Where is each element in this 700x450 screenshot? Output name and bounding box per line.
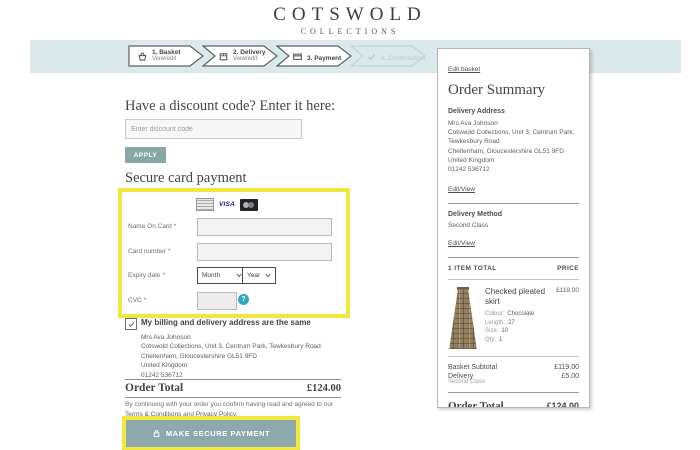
step-delivery-sublabel: View/edit — [233, 56, 266, 63]
card-number-input[interactable] — [197, 243, 332, 261]
item-attr: Length:27 — [485, 319, 579, 328]
item-price: £119.00 — [556, 287, 579, 307]
subtotal-row: Basket Subtotal £119.00 — [448, 364, 579, 371]
name-on-card-input[interactable] — [197, 218, 332, 236]
checkout-page: COTSWOLD COLLECTIONS 1. Basket View/edit… — [0, 0, 700, 450]
billing-address-line: Cheltenham, Gloucestershire GL51 9FD — [141, 352, 321, 361]
order-summary-title: Order Summary — [448, 82, 579, 99]
cvc-input[interactable] — [197, 292, 237, 310]
accepted-cards: VISA — [196, 198, 258, 211]
delivery-address-line: Tewkesbury Road — [448, 137, 579, 146]
divider — [448, 279, 579, 280]
brand-logo: COTSWOLD COLLECTIONS — [0, 4, 700, 36]
delivery-cost-sublabel: Second Class — [448, 379, 579, 385]
divider — [448, 356, 579, 357]
step-confirmation-label: 4. Confirmation — [381, 55, 425, 62]
expiry-year-value: Year — [247, 272, 260, 279]
subtotal-label: Basket Subtotal — [448, 364, 497, 371]
discount-code-input[interactable] — [125, 119, 302, 139]
divider — [125, 397, 341, 398]
brand-name: COTSWOLD — [0, 4, 700, 26]
required-mark: * — [168, 248, 171, 255]
divider — [448, 392, 579, 393]
edit-view-method-link[interactable]: Edit/View — [448, 240, 475, 247]
divider — [125, 379, 341, 380]
item-name[interactable]: Checked pleated skirt — [485, 287, 552, 307]
delivery-cost-value: £5.00 — [561, 373, 579, 380]
same-address-label: My billing and delivery address are the … — [141, 318, 311, 327]
step-confirmation: 4. Confirmation — [350, 45, 426, 67]
expiry-month-select[interactable]: Month — [197, 267, 247, 284]
apply-button[interactable]: APPLY — [125, 147, 166, 163]
required-mark: * — [144, 297, 147, 304]
expiry-month-value: Month — [202, 272, 220, 279]
items-header-row: 1 ITEM TOTAL PRICE — [448, 265, 579, 272]
subtotal-value: £119.00 — [554, 364, 579, 371]
delivery-address-line: 01242 536712 — [448, 165, 579, 174]
summary-total-row: Order Total £124.00 — [448, 400, 579, 408]
cvc-label: CVC* — [128, 297, 146, 304]
delivery-address-line: Cotswold Collections, Unit 3, Centrum Pa… — [448, 128, 579, 137]
item-attr: Qty:1 — [485, 336, 579, 345]
billing-address-line: Mrs Ava Johnson — [141, 333, 321, 342]
required-mark: * — [163, 272, 166, 279]
step-delivery-label: 2. Delivery — [233, 49, 266, 56]
summary-total-value: £124.00 — [546, 401, 579, 408]
billing-address-line: Cotswold Collections, Unit 3, Centrum Pa… — [141, 342, 321, 351]
basket-item: Checked pleated skirt £119.00 Colour:Cho… — [448, 287, 579, 349]
delivery-address-line: Mrs Ava Johnson — [448, 119, 579, 128]
step-payment: 3. Payment — [276, 45, 352, 67]
expiry-date-label: Expiry date* — [128, 272, 165, 279]
pay-button-label: MAKE SECURE PAYMENT — [166, 429, 270, 438]
billing-address: Mrs Ava Johnson Cotswold Collections, Un… — [141, 333, 321, 380]
edit-basket-link[interactable]: Edit basket — [448, 66, 480, 73]
expiry-year-select[interactable]: Year — [242, 267, 276, 284]
visa-icon: VISA — [219, 201, 235, 208]
divider — [448, 203, 579, 204]
check-icon — [366, 51, 377, 62]
credit-card-icon — [292, 51, 303, 62]
billing-address-line: United Kingdom — [141, 361, 321, 370]
generic-card-icon — [196, 198, 214, 211]
item-attr: Colour:Chocolate — [485, 310, 579, 319]
parcel-icon — [218, 51, 229, 62]
delivery-address-line: United Kingdom — [448, 156, 579, 165]
required-mark: * — [174, 223, 177, 230]
name-on-card-label: Name On Card* — [128, 223, 176, 230]
order-total-row: Order Total £124.00 — [125, 382, 341, 394]
delivery-method-label: Delivery Method — [448, 211, 579, 218]
cvc-help-icon[interactable]: ? — [238, 294, 249, 305]
pay-button-highlight-box: MAKE SECURE PAYMENT — [122, 416, 300, 450]
delivery-method-value: Second Class — [448, 222, 579, 229]
order-summary-panel: Edit basket Order Summary Delivery Addre… — [437, 48, 590, 408]
divider — [448, 257, 579, 258]
card-number-label: Card number* — [128, 248, 170, 255]
step-payment-label: 3. Payment — [307, 55, 341, 62]
brand-subtitle: COLLECTIONS — [0, 27, 700, 36]
delivery-address-label: Delivery Address — [448, 108, 579, 115]
make-secure-payment-button[interactable]: MAKE SECURE PAYMENT — [126, 420, 296, 447]
step-basket-label: 1. Basket — [152, 49, 181, 56]
edit-view-address-link[interactable]: Edit/View — [448, 186, 475, 193]
summary-total-label: Order Total — [448, 400, 504, 408]
delivery-address-line: Cheltenham, Gloucestershire GL51 9FD — [448, 147, 579, 156]
price-header: PRICE — [557, 265, 579, 272]
step-basket[interactable]: 1. Basket View/edit — [128, 45, 204, 67]
chevron-down-icon — [265, 273, 271, 278]
delivery-address: Mrs Ava Johnson Cotswold Collections, Un… — [448, 119, 579, 174]
step-basket-sublabel: View/edit — [152, 56, 181, 63]
mastercard-icon — [240, 199, 258, 211]
same-address-checkbox[interactable] — [125, 318, 137, 330]
product-image-checked-skirt — [448, 287, 478, 349]
payment-heading: Secure card payment — [125, 170, 247, 187]
order-total-value: £124.00 — [307, 383, 341, 394]
order-total-label: Order Total — [125, 382, 183, 394]
discount-heading: Have a discount code? Enter it here: — [125, 98, 335, 115]
lock-icon — [152, 429, 161, 438]
basket-icon — [137, 51, 148, 62]
item-total-header: 1 ITEM TOTAL — [448, 265, 497, 272]
step-delivery[interactable]: 2. Delivery View/edit — [202, 45, 278, 67]
item-attr: Size:10 — [485, 327, 579, 336]
